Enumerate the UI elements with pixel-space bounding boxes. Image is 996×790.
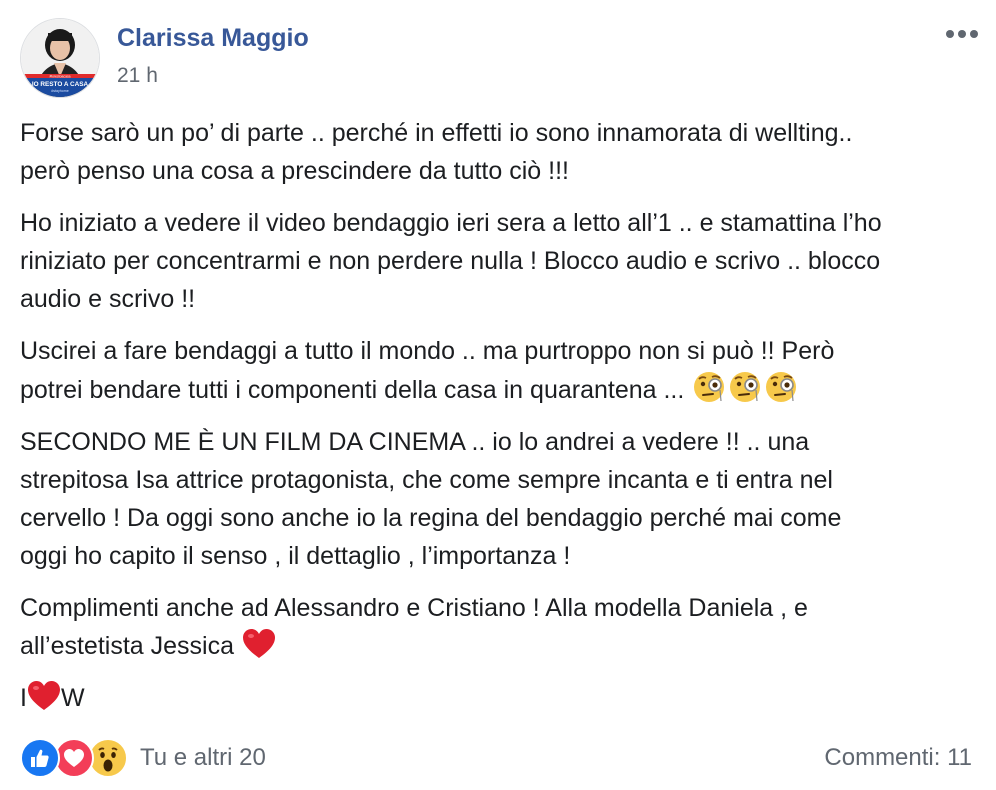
reactions-text: Tu e altri 20 [140,744,266,771]
like-reaction-icon [20,738,60,778]
author-name[interactable]: Clarissa Maggio [117,24,309,53]
red-heart-emoji [27,681,60,710]
text-line-with-emoji: I W [20,679,976,717]
text-line: oggi ho capito il senso , il dettaglio ,… [20,542,571,570]
more-options-button[interactable] [940,22,980,46]
text-line: SECONDO ME È UN FILM DA CINEMA .. io lo … [20,428,810,456]
text-line: strepitosa Isa attrice protagonista, che… [20,466,833,494]
text-line: Uscirei a fare bendaggi a tutto il mondo… [20,337,835,365]
text-line: Complimenti anche ad Alessandro e Cristi… [20,594,808,622]
avatar-badge-main: IO RESTO A CASA [32,81,89,88]
text-line: riniziato per concentrarmi e non perdere… [20,247,881,275]
paragraph: Forse sarò un po’ di parte .. perché in … [20,114,976,190]
text-letter: W [60,684,85,712]
love-reaction-icon [54,738,94,778]
facebook-post: #iorestoacasa IO RESTO A CASA #stayhome … [0,0,996,790]
text-line: potrei bendare tutti i componenti della … [20,376,685,404]
reactions-summary[interactable]: Tu e altri 20 [20,738,266,778]
paragraph: I W [20,679,976,717]
post-timestamp[interactable]: 21 h [117,64,158,88]
text-line: però penso una cosa a prescindere da tut… [20,157,569,185]
author-avatar[interactable]: #iorestoacasa IO RESTO A CASA #stayhome [20,18,100,98]
monocle-face-emoji [730,372,761,402]
paragraph: Ho iniziato a vedere il video bendaggio … [20,204,976,318]
wow-reaction-icon [88,738,128,778]
monocle-face-emoji [766,372,797,402]
avatar-badge-sub: #stayhome [51,89,69,93]
avatar-image: #iorestoacasa IO RESTO A CASA #stayhome [21,19,99,97]
paragraph: Uscirei a fare bendaggi a tutto il mondo… [20,332,976,409]
text-line: Forse sarò un po’ di parte .. perché in … [20,119,853,147]
comments-count-link[interactable]: Commenti: 11 [824,744,972,772]
text-letter: I [20,684,27,712]
text-line-with-emoji: all’estetista Jessica [20,627,976,665]
avatar-badge-top: #iorestoacasa [49,74,70,78]
red-heart-emoji [242,629,275,658]
text-line-with-emoji: potrei bendare tutti i componenti della … [20,370,976,409]
text-line: cervello ! Da oggi sono anche io la regi… [20,504,842,532]
post-text: Forse sarò un po’ di parte .. perché in … [20,114,976,731]
paragraph: Complimenti anche ad Alessandro e Cristi… [20,589,976,665]
paragraph: SECONDO ME È UN FILM DA CINEMA .. io lo … [20,423,976,575]
monocle-face-emoji [694,372,725,402]
text-line: all’estetista Jessica [20,632,234,660]
text-line: audio e scrivo !! [20,285,196,313]
text-line: Ho iniziato a vedere il video bendaggio … [20,209,882,237]
